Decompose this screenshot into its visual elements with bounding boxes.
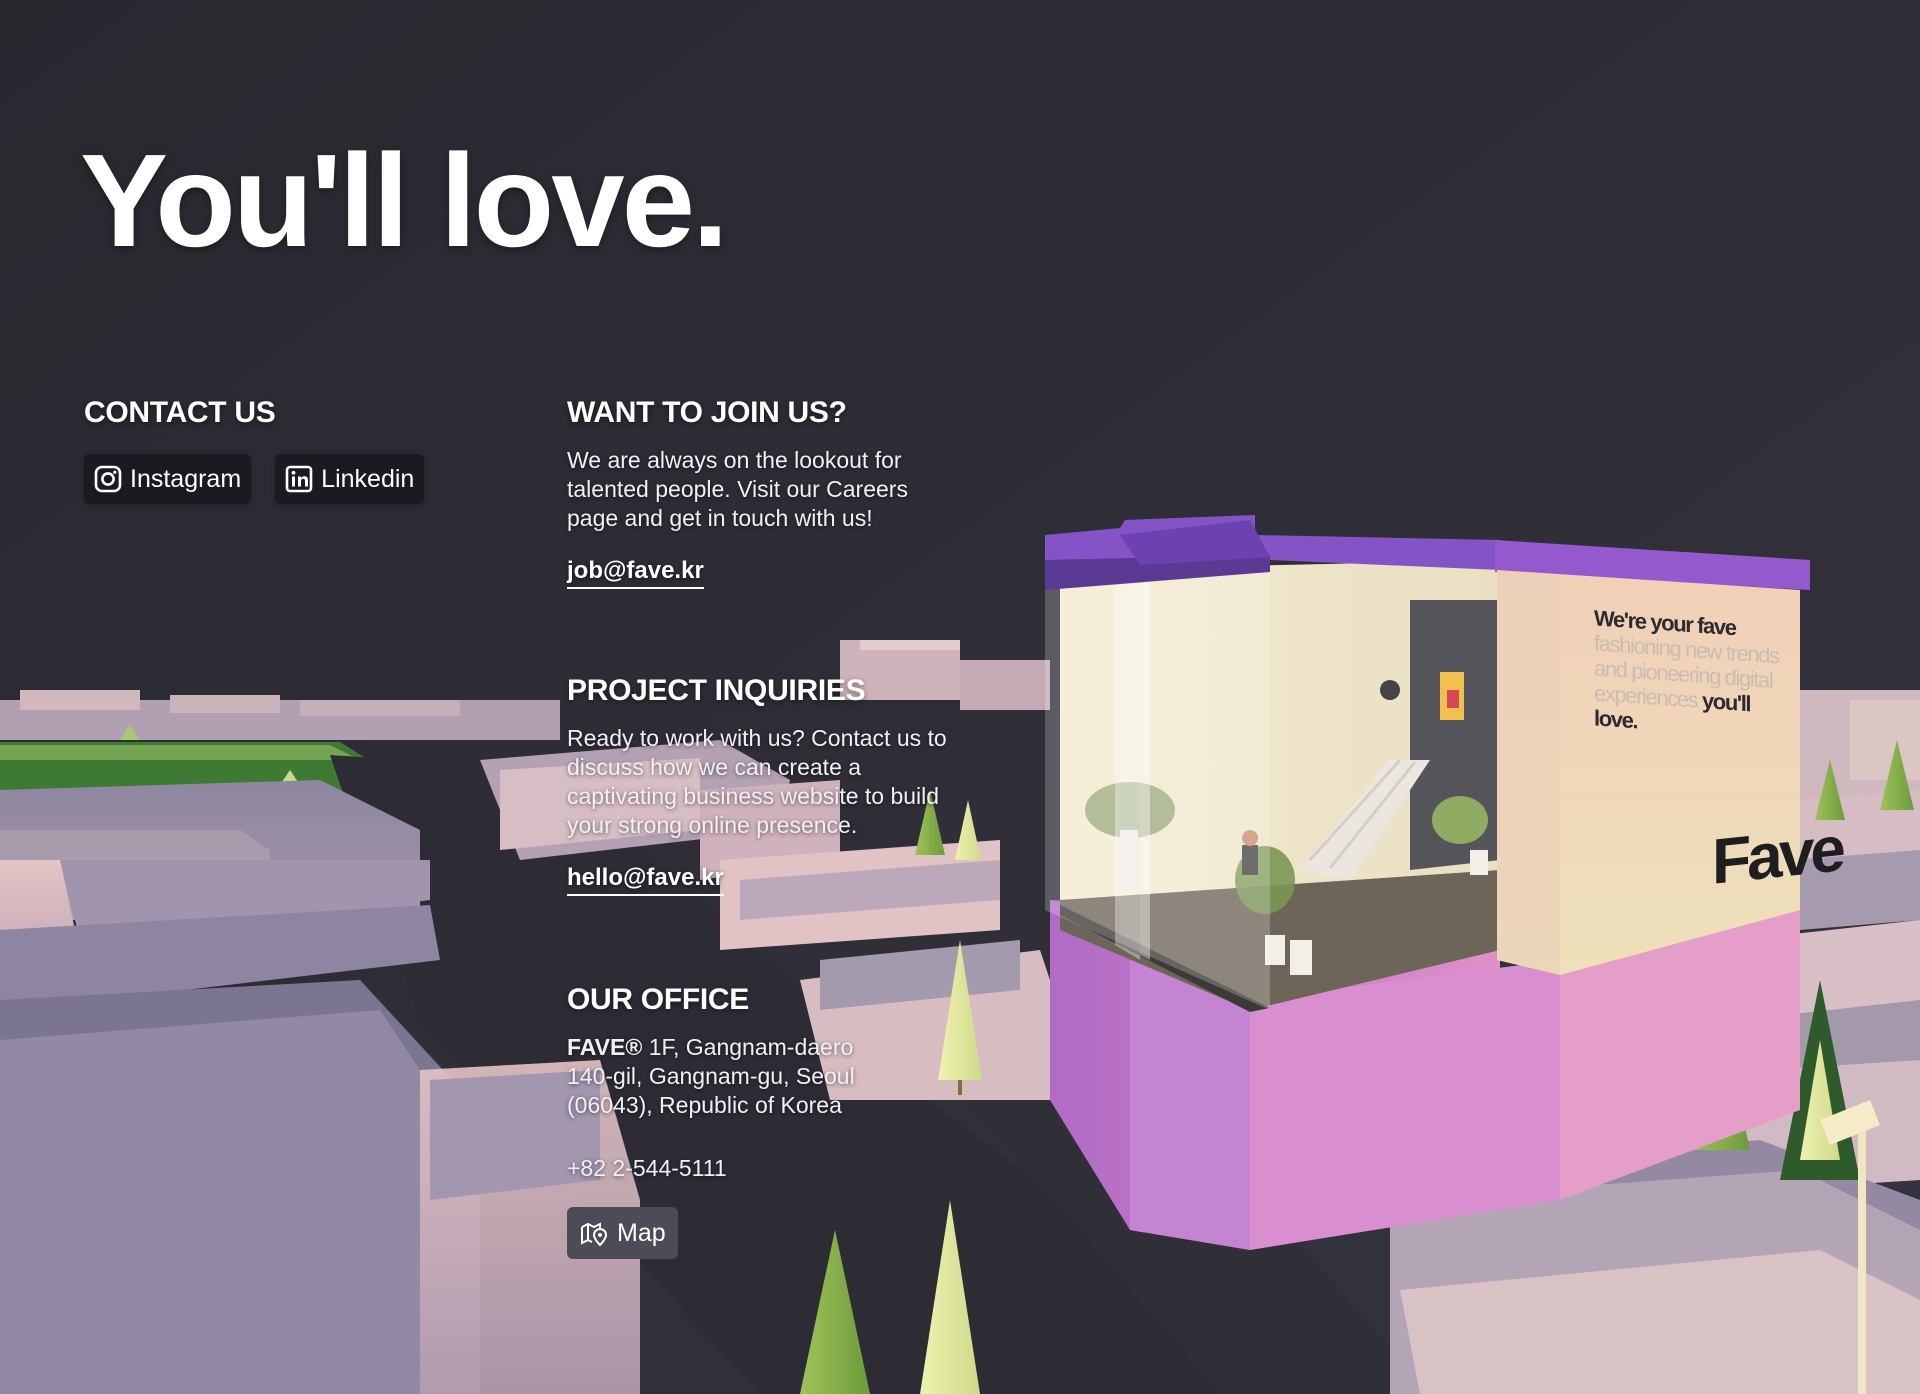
linkedin-label: Linkedin: [321, 464, 415, 493]
page-headline: You'll love.: [80, 127, 729, 274]
social-links: Instagram Linkedin: [84, 454, 425, 504]
linkedin-icon: [285, 465, 313, 493]
instagram-label: Instagram: [130, 464, 242, 493]
contact-title: CONTACT US: [84, 396, 276, 429]
job-email-link[interactable]: job@fave.kr: [567, 557, 704, 589]
billboard-text: We're your fave fashioning new trends an…: [1594, 605, 1784, 743]
linkedin-button[interactable]: Linkedin: [275, 454, 425, 504]
join-section: WANT TO JOIN US? We are always on the lo…: [567, 396, 957, 589]
billboard-faded: fashioning new trends and pioneering dig…: [1594, 630, 1779, 713]
office-brand: FAVE®: [567, 1034, 643, 1060]
office-phone: +82 2-544-5111: [567, 1155, 727, 1181]
contact-section: CONTACT US Instagram Linkedin: [84, 396, 425, 504]
content-overlay: You'll love. CONTACT US Instagram Linked…: [0, 0, 1920, 1394]
map-button[interactable]: Map: [567, 1207, 678, 1259]
instagram-button[interactable]: Instagram: [84, 454, 252, 504]
fave-logo: Fave: [1712, 812, 1842, 898]
office-title: OUR OFFICE: [567, 983, 749, 1016]
map-label: Map: [617, 1218, 666, 1247]
office-address: FAVE® 1F, Gangnam-daero 140-gil, Gangnam…: [567, 1033, 887, 1120]
inquiries-title: PROJECT INQUIRIES: [567, 674, 866, 707]
join-text: We are always on the lookout for talente…: [567, 447, 908, 531]
inquiries-text: Ready to work with us? Contact us to dis…: [567, 725, 947, 838]
hello-email-link[interactable]: hello@fave.kr: [567, 864, 724, 896]
office-section: OUR OFFICE FAVE® 1F, Gangnam-daero 140-g…: [567, 983, 887, 1259]
instagram-icon: [94, 465, 122, 493]
join-title: WANT TO JOIN US?: [567, 396, 847, 429]
map-pin-icon: [579, 1218, 609, 1248]
inquiries-section: PROJECT INQUIRIES Ready to work with us?…: [567, 674, 957, 896]
